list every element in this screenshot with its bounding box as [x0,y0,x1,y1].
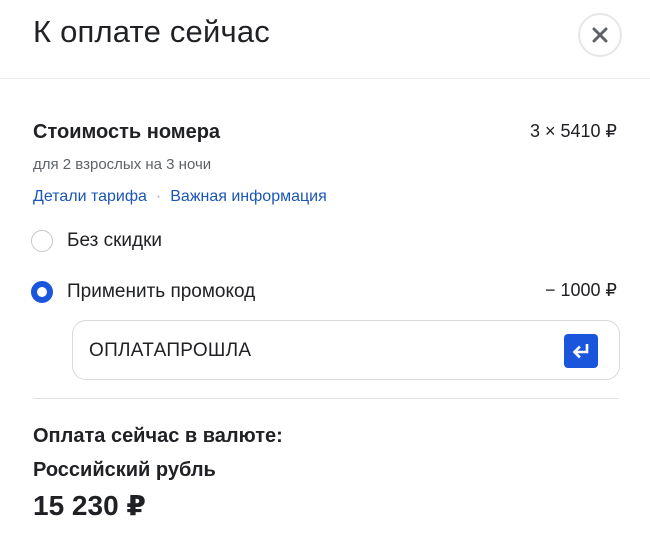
promo-submit-button[interactable] [564,334,598,368]
tariff-links: Детали тарифа · Важная информация [33,188,327,206]
room-cost-price: 3 × 5410 ₽ [529,121,617,141]
promo-code-field[interactable] [72,320,620,380]
enter-return-icon [572,344,589,359]
option-promo-code[interactable]: Применить промокод [31,281,255,303]
promo-discount-amount: − 1000 ₽ [544,280,617,300]
important-info-link[interactable]: Важная информация [170,188,327,205]
dialog-header: К оплате сейчас [0,0,650,78]
section-divider [33,398,618,399]
tariff-details-link[interactable]: Детали тарифа [33,188,147,205]
close-button[interactable] [578,13,622,57]
close-icon [592,27,608,43]
link-separator: · [155,188,162,205]
promo-code-input[interactable] [87,321,551,380]
payment-total: 15 230 ₽ [33,490,146,521]
promo-code-label: Применить промокод [67,281,256,302]
payment-currency-line1: Оплата сейчас в валюте: [33,425,283,447]
option-no-discount[interactable]: Без скидки [31,230,162,252]
no-discount-radio[interactable] [31,230,53,252]
payment-card: Стоимость номера 3 × 5410 ₽ для 2 взросл… [0,78,650,555]
payment-currency-line2: Российский рубль [33,459,216,481]
room-cost-title: Стоимость номера [33,121,221,143]
payment-currency-title: Оплата сейчас в валюте: Российский рубль [33,419,283,487]
room-cost-subtitle: для 2 взрослых на 3 ночи [33,156,212,173]
promo-code-radio[interactable] [31,281,53,303]
dialog-title: К оплате сейчас [33,14,270,49]
no-discount-label: Без скидки [67,230,163,251]
